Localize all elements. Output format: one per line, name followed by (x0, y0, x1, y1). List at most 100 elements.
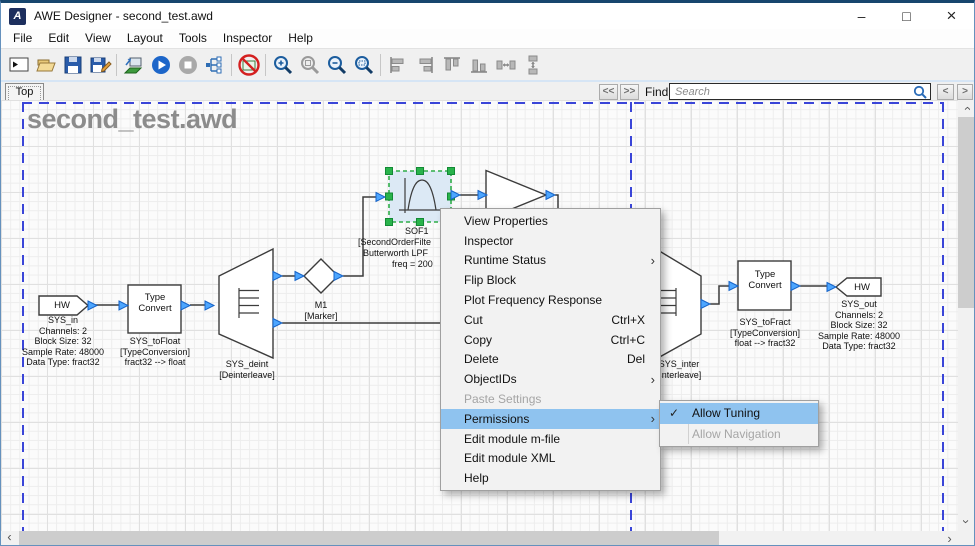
zoom-in-button[interactable] (269, 51, 296, 78)
menu-item-flip-block[interactable]: Flip Block (441, 270, 660, 290)
stop-icon (176, 53, 200, 77)
new-design-icon (7, 53, 31, 77)
find-prev-button[interactable]: < (937, 84, 954, 100)
menu-tools[interactable]: Tools (171, 29, 215, 48)
align-left-button[interactable] (384, 51, 411, 78)
design-canvas[interactable]: second_test.awd (1, 100, 958, 531)
menu-file[interactable]: File (5, 29, 40, 48)
hardware-disabled-icon (237, 53, 261, 77)
save-icon (61, 53, 85, 77)
submenu-item-allow-tuning[interactable]: ✓Allow Tuning (660, 403, 818, 424)
close-icon: × (947, 6, 957, 26)
toolbar-separator (231, 54, 232, 76)
titlebar: A AWE Designer - second_test.awd – □ × (1, 3, 974, 29)
menu-item-copy[interactable]: CopyCtrl+C (441, 330, 660, 350)
minimize-icon: – (858, 8, 866, 24)
menu-item-runtime-status[interactable]: Runtime Status› (441, 251, 660, 271)
zoom-out-icon (325, 53, 349, 77)
menu-item-edit-module-m-file[interactable]: Edit module m-file (441, 429, 660, 449)
align-left-icon (386, 53, 410, 77)
align-right-button[interactable] (411, 51, 438, 78)
horizontal-scrollbar[interactable]: › › (1, 531, 958, 546)
minimize-button[interactable]: – (839, 3, 884, 29)
vertical-scrollbar-thumb[interactable] (958, 117, 975, 308)
scroll-down-icon[interactable]: › (959, 513, 974, 530)
menu-item-view-properties[interactable]: View Properties (441, 211, 660, 231)
align-right-icon (413, 53, 437, 77)
menu-item-objectids[interactable]: ObjectIDs› (441, 369, 660, 389)
menu-item-inspector[interactable]: Inspector (441, 231, 660, 251)
maximize-button[interactable]: □ (884, 3, 929, 29)
menu-item-cut[interactable]: CutCtrl+X (441, 310, 660, 330)
vertical-scrollbar[interactable]: › › (958, 100, 975, 531)
find-bar: Top << >> Find: < > (1, 80, 974, 100)
align-top-button[interactable] (438, 51, 465, 78)
menu-item-delete[interactable]: DeleteDel (441, 350, 660, 370)
menu-layout[interactable]: Layout (119, 29, 171, 48)
sys-inter-block[interactable] (656, 249, 701, 359)
find-forward-button[interactable]: >> (620, 84, 639, 100)
menu-inspector[interactable]: Inspector (215, 29, 280, 48)
run-button[interactable] (147, 51, 174, 78)
menu-item-help[interactable]: Help (441, 468, 660, 488)
sof1-label-type: [SecondOrderFilte (358, 237, 431, 247)
find-back-button[interactable]: << (599, 84, 618, 100)
scroll-left-icon[interactable]: › (1, 531, 18, 546)
menu-item-permissions[interactable]: Permissions› (441, 409, 660, 429)
connect-target-icon (122, 53, 146, 77)
zoom-normal-button[interactable] (296, 51, 323, 78)
close-button[interactable]: × (929, 3, 974, 29)
scroll-right-icon[interactable]: › (941, 531, 958, 546)
horizontal-scrollbar-thumb[interactable] (19, 531, 719, 546)
menu-help[interactable]: Help (280, 29, 321, 48)
menu-edit[interactable]: Edit (40, 29, 77, 48)
zoom-selection-icon (352, 53, 376, 77)
check-icon: ✓ (669, 406, 679, 420)
stop-button[interactable] (174, 51, 201, 78)
sys-out-title: HW (854, 282, 870, 293)
m1-label: M1[Marker] (304, 300, 337, 321)
save-as-button[interactable] (86, 51, 113, 78)
scrollbar-corner (958, 531, 975, 546)
toolbar-separator (380, 54, 381, 76)
toolbar-separator (265, 54, 266, 76)
distribute-vertical-button[interactable] (519, 51, 546, 78)
context-menu: View Properties Inspector Runtime Status… (440, 208, 661, 491)
distribute-horizontal-icon (494, 53, 518, 77)
sof1-label-freq: freq = 200 (392, 259, 433, 269)
zoom-out-button[interactable] (323, 51, 350, 78)
scroll-up-icon[interactable]: › (959, 100, 974, 117)
sys-deint-block[interactable] (219, 249, 273, 358)
sys-tofloat-label: SYS_toFloat[TypeConversion] fract32 --> … (120, 336, 190, 368)
sys-inter-label: SYS_inter[Interleave] (657, 359, 702, 380)
new-design-button[interactable] (5, 51, 32, 78)
align-top-icon (440, 53, 464, 77)
menu-item-plot-frequency-response[interactable]: Plot Frequency Response (441, 290, 660, 310)
zoom-selection-button[interactable] (350, 51, 377, 78)
sys-in-title: HW (54, 300, 70, 311)
open-file-button[interactable] (32, 51, 59, 78)
menu-view[interactable]: View (77, 29, 119, 48)
zoom-normal-icon (298, 53, 322, 77)
permissions-submenu: ✓Allow Tuning Allow Navigation (659, 400, 819, 447)
menu-item-edit-module-xml[interactable]: Edit module XML (441, 449, 660, 469)
find-next-button[interactable]: > (957, 84, 973, 100)
find-search-input[interactable] (669, 83, 931, 100)
distribute-vertical-icon (521, 53, 545, 77)
connect-target-button[interactable] (120, 51, 147, 78)
submenu-item-allow-navigation: Allow Navigation (660, 424, 818, 445)
save-button[interactable] (59, 51, 86, 78)
sys-deint-label: SYS_deint[Deinterleave] (219, 359, 275, 380)
maximize-icon: □ (902, 8, 910, 24)
search-icon (913, 85, 927, 99)
hardware-disabled-button[interactable] (235, 51, 262, 78)
submenu-arrow-icon: › (651, 254, 655, 267)
run-icon (149, 53, 173, 77)
sys-tofract-label: SYS_toFract[TypeConversion] float --> fr… (730, 317, 800, 349)
m1-marker-block[interactable] (304, 259, 338, 293)
app-window: A AWE Designer - second_test.awd – □ × F… (0, 0, 975, 546)
align-bottom-button[interactable] (465, 51, 492, 78)
toolbar (1, 48, 974, 80)
distribute-horizontal-button[interactable] (492, 51, 519, 78)
propagate-changes-button[interactable] (201, 51, 228, 78)
